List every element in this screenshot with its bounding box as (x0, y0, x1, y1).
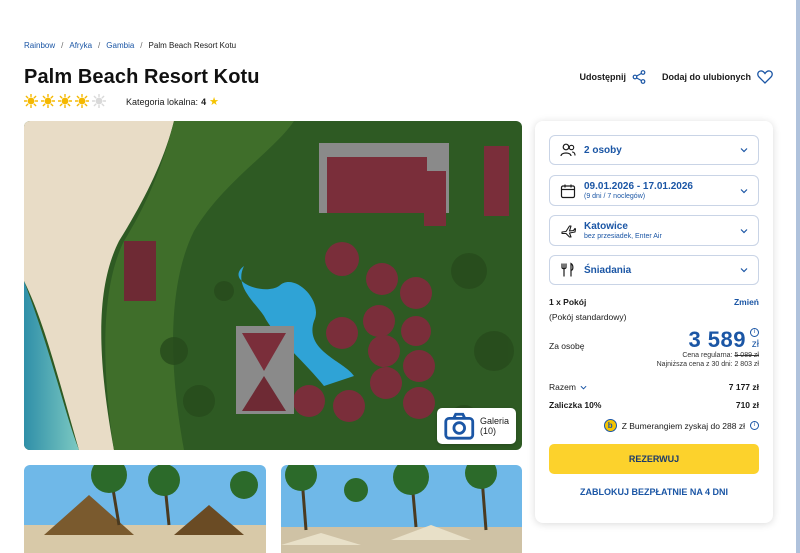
gallery-button[interactable]: Galeria (10) (437, 408, 516, 444)
regular-price-value: 5 089 zł (734, 352, 759, 359)
reserve-button[interactable]: REZERWUJ (549, 444, 759, 474)
departure-city: Katowice (584, 221, 628, 232)
block-free-link[interactable]: ZABLOKUJ BEZPŁATNIE NA 4 DNI (549, 487, 759, 497)
breadcrumb-current: Palm Beach Resort Kotu (148, 41, 237, 50)
dates-value: 09.01.2026 - 17.01.2026 (584, 181, 693, 192)
transport-info: bez przesiadek, Enter Air (584, 233, 662, 240)
bumerang-logo-icon: b (603, 419, 617, 432)
share-button[interactable]: Udostępnij (580, 70, 647, 84)
share-icon (632, 70, 646, 84)
lowest-price-label: Najniższa cena z 30 dni: (656, 361, 733, 368)
chevron-down-icon (740, 148, 748, 153)
breadcrumb-link-rainbow[interactable]: Rainbow (24, 41, 55, 50)
chevron-down-icon (740, 228, 748, 233)
total-value: 7 177 zł (728, 382, 759, 392)
room-type: (Pokój standardowy) (549, 312, 627, 322)
price-currency: zł (751, 339, 759, 350)
camera-icon (444, 412, 475, 440)
sun-filled-icon (58, 94, 72, 108)
beach-huts-image (24, 465, 266, 553)
total-row: Razem 7 177 zł (549, 382, 759, 392)
chevron-down-icon (580, 385, 587, 390)
page-title: Palm Beach Resort Kotu (24, 66, 260, 88)
sun-filled-icon (75, 94, 89, 108)
breadcrumb-link-afryka[interactable]: Afryka (69, 41, 92, 50)
sun-empty-icon (92, 94, 106, 108)
persons-selector[interactable]: 2 osoby (549, 135, 759, 165)
breadcrumb-link-gambia[interactable]: Gambia (106, 41, 134, 50)
price-per-person: 3 589 (688, 327, 746, 352)
pool-umbrellas-image (281, 465, 522, 553)
cutlery-icon (561, 262, 574, 277)
breadcrumb-separator: / (61, 41, 64, 50)
sun-filled-icon (24, 94, 38, 108)
booking-panel: 2 osoby 09.01.2026 - 17.01.2026 (9 dni /… (535, 121, 773, 523)
regular-price-label: Cena regularna: (682, 352, 733, 359)
chevron-down-icon (740, 268, 748, 273)
room-row: 1 x Pokój Zmień (549, 297, 759, 307)
regular-price: Cena regularna: 5 089 zł (682, 352, 759, 359)
favorite-label: Dodaj do ulubionych (662, 72, 751, 82)
persons-value: 2 osoby (584, 144, 622, 156)
bumerang-promo: b Z Bumerangiem zyskaj do 288 zł i (549, 419, 759, 432)
scrollbar[interactable] (796, 0, 800, 553)
lowest-price: Najniższa cena z 30 dni: 2 803 zł (657, 361, 759, 368)
hotel-photo-thumbnail[interactable] (281, 465, 522, 553)
local-category-value: 4 (201, 96, 207, 107)
breadcrumb: Rainbow / Afryka / Gambia / Palm Beach R… (24, 41, 236, 50)
sun-rating (24, 94, 106, 108)
departure-selector[interactable]: Katowice bez przesiadek, Enter Air (549, 215, 759, 246)
heart-icon (757, 70, 773, 84)
duration-value: (9 dni / 7 noclegów) (584, 193, 646, 200)
airplane-icon (561, 224, 576, 238)
sun-filled-icon (41, 94, 55, 108)
info-icon[interactable]: i (750, 421, 759, 430)
per-person-label: Za osobę (549, 341, 585, 351)
breadcrumb-separator: / (140, 41, 143, 50)
people-icon (560, 143, 576, 157)
total-label: Razem (549, 382, 576, 392)
room-count: 1 x Pokój (549, 297, 587, 307)
local-category: Kategoria lokalna: 4 ★ (126, 95, 219, 108)
deposit-label: Zaliczka 10% (549, 400, 602, 410)
hotel-photo-thumbnail[interactable] (24, 465, 266, 553)
lowest-price-value: 2 803 zł (734, 361, 759, 368)
board-selector[interactable]: Śniadania (549, 255, 759, 285)
deposit-row: Zaliczka 10% 710 zł (549, 400, 759, 410)
dates-selector[interactable]: 09.01.2026 - 17.01.2026 (9 dni / 7 nocle… (549, 175, 759, 206)
calendar-icon (560, 184, 576, 198)
bumerang-text: Z Bumerangiem zyskaj do 288 zł (621, 420, 745, 431)
aerial-resort-image (24, 121, 522, 450)
share-label: Udostępnij (579, 72, 627, 82)
breadcrumb-separator: / (98, 41, 101, 50)
total-toggle[interactable]: Razem (549, 382, 587, 392)
favorite-button[interactable]: Dodaj do ulubionych (662, 70, 773, 84)
info-icon[interactable]: i (750, 328, 759, 337)
local-category-label: Kategoria lokalna: (126, 96, 199, 107)
main-hotel-photo[interactable]: Galeria (10) (24, 121, 522, 450)
header-actions: Udostępnij Dodaj do ulubionych (580, 70, 774, 84)
deposit-value: 710 zł (735, 400, 759, 410)
chevron-down-icon (740, 188, 748, 193)
board-value: Śniadania (584, 264, 632, 276)
gallery-label: Galeria (10) (479, 416, 509, 437)
change-room-link[interactable]: Zmień (734, 297, 759, 307)
star-icon: ★ (209, 96, 219, 108)
